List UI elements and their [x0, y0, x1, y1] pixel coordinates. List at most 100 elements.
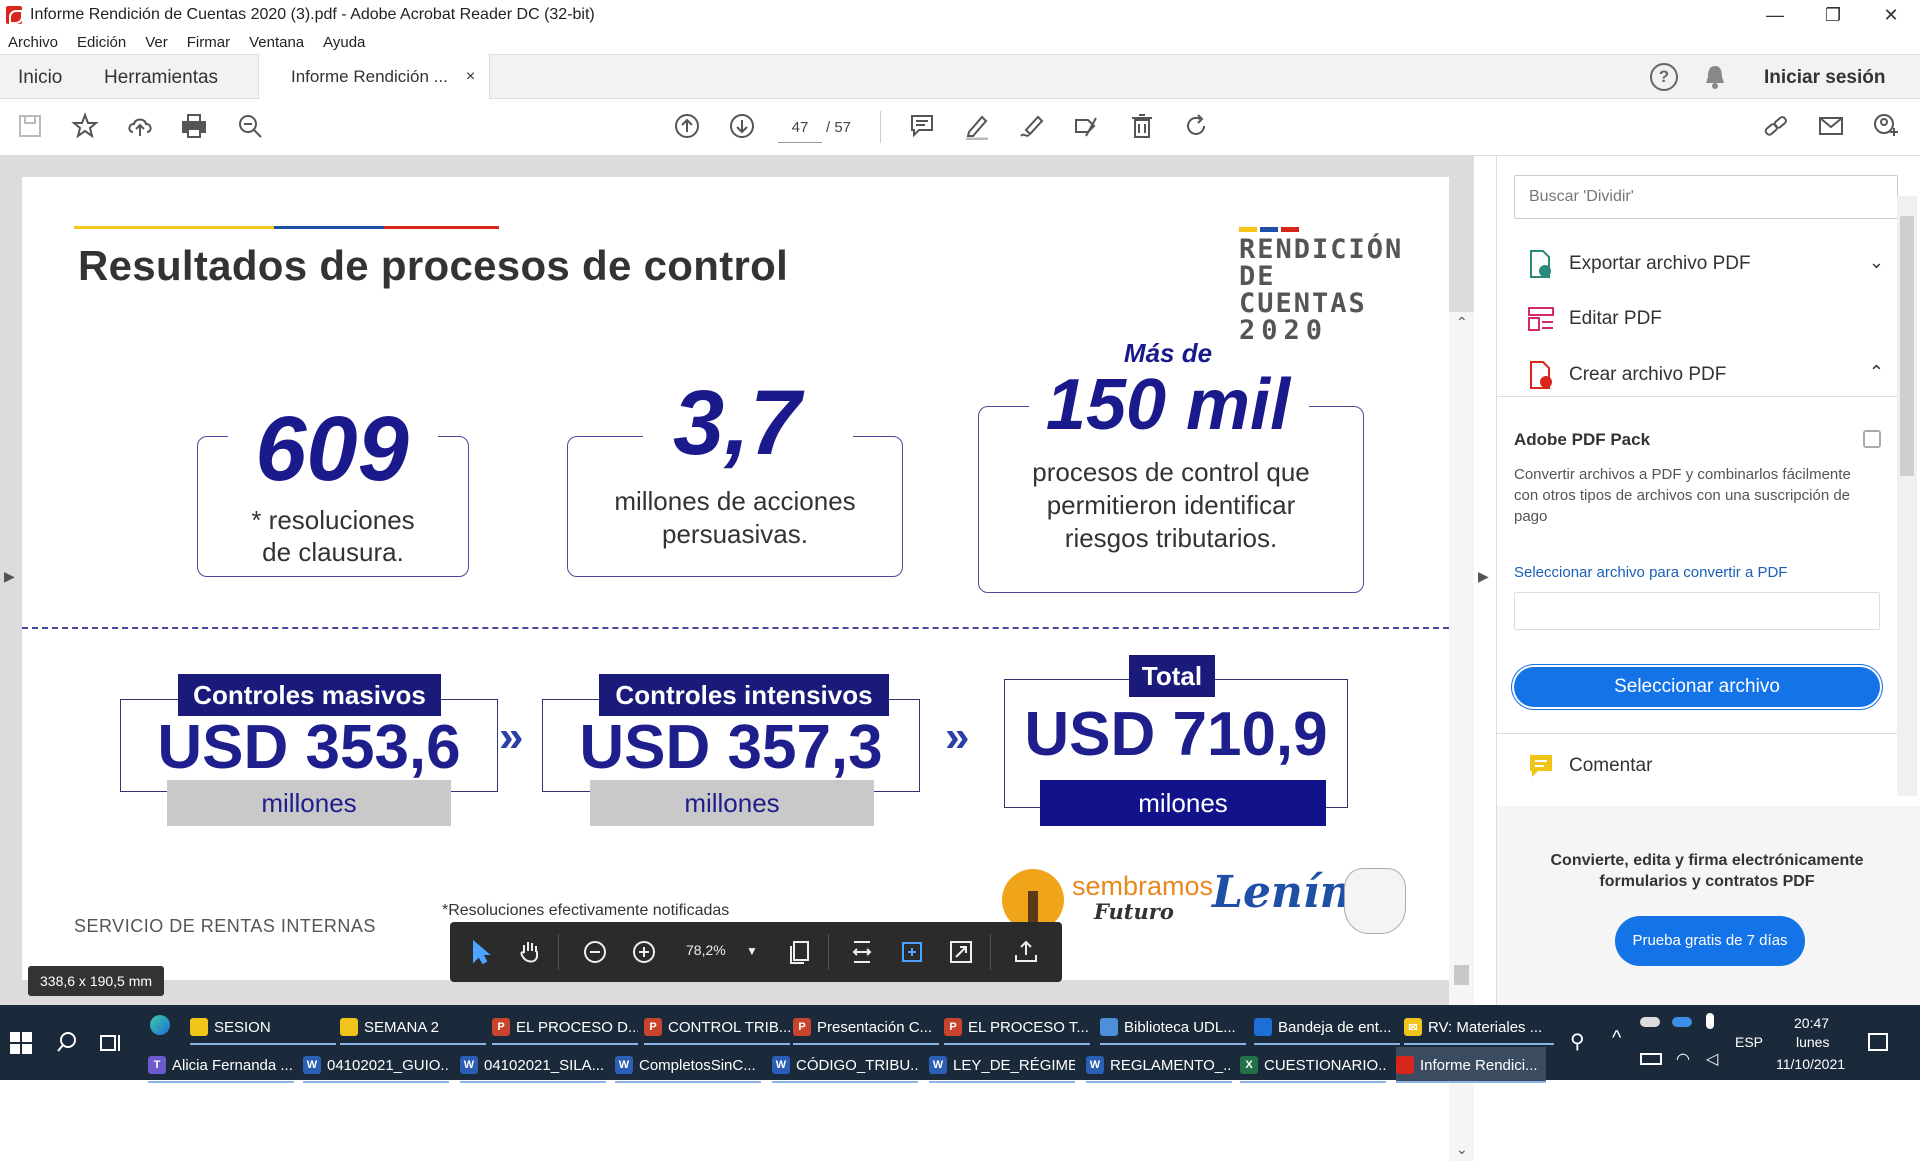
- taskbar-app[interactable]: ✉ RV: Materiales ...: [1404, 1009, 1554, 1045]
- zoom-in-icon[interactable]: [628, 936, 660, 968]
- minimize-button[interactable]: —: [1746, 0, 1804, 30]
- fit-page-icon[interactable]: [896, 936, 928, 968]
- taskbar-app[interactable]: W REGLAMENTO_...: [1086, 1047, 1232, 1083]
- onedrive-business-icon[interactable]: [1672, 1017, 1692, 1027]
- share-link-icon[interactable]: [1760, 110, 1792, 142]
- export-pdf-item[interactable]: Exportar archivo PDF: [1527, 244, 1751, 284]
- chevron-right-icon: »: [945, 712, 970, 761]
- scrollbar-thumb[interactable]: [1454, 965, 1469, 985]
- signin-button[interactable]: Iniciar sesión: [1764, 55, 1885, 100]
- share-upload-icon[interactable]: [1010, 936, 1042, 968]
- tools-panel-scrollbar[interactable]: [1897, 196, 1917, 796]
- taskbar-app[interactable]: Informe Rendici...: [1396, 1047, 1546, 1083]
- menu-ventana[interactable]: Ventana: [249, 34, 304, 51]
- create-pdf-item[interactable]: Crear archivo PDF: [1527, 355, 1726, 395]
- taskbar-app[interactable]: P Presentación C...: [793, 1009, 939, 1045]
- hand-tool-icon[interactable]: [514, 936, 546, 968]
- chevron-up-icon[interactable]: ⌃: [1869, 362, 1884, 383]
- close-window-button[interactable]: ✕: [1862, 0, 1920, 30]
- taskbar-app[interactable]: Bandeja de ent...: [1254, 1009, 1400, 1045]
- tray-chevron-icon[interactable]: ^: [1612, 1027, 1621, 1050]
- task-view-icon[interactable]: [100, 1033, 122, 1058]
- right-panel-toggle-icon[interactable]: ▶: [1478, 568, 1489, 585]
- fullscreen-icon[interactable]: [945, 936, 977, 968]
- search-icon[interactable]: [56, 1031, 78, 1058]
- taskbar-app[interactable]: P EL PROCESO D...: [492, 1009, 638, 1045]
- clock-day[interactable]: lunes: [1796, 1034, 1829, 1050]
- comment-item[interactable]: Comentar: [1527, 746, 1652, 786]
- language-indicator[interactable]: ESP: [1735, 1034, 1763, 1050]
- add-user-icon[interactable]: [1870, 110, 1902, 142]
- star-icon[interactable]: [69, 110, 101, 142]
- comment-icon[interactable]: [906, 110, 938, 142]
- tools-search-input[interactable]: Buscar 'Dividir': [1514, 175, 1898, 219]
- highlight-pen-icon[interactable]: [961, 110, 993, 142]
- wifi-icon[interactable]: ◠: [1676, 1049, 1690, 1069]
- onedrive-icon[interactable]: [1640, 1017, 1660, 1027]
- edge-browser-icon[interactable]: [150, 1015, 170, 1035]
- upload-cloud-icon[interactable]: [124, 110, 156, 142]
- menu-archivo[interactable]: Archivo: [8, 34, 58, 51]
- email-icon[interactable]: [1815, 110, 1847, 142]
- restore-button[interactable]: ❐: [1804, 0, 1862, 30]
- tab-close-icon[interactable]: ×: [466, 68, 475, 86]
- taskbar-app[interactable]: SEMANA 2: [340, 1009, 486, 1045]
- file-input[interactable]: [1514, 592, 1880, 630]
- previous-page-icon[interactable]: [671, 110, 703, 142]
- app-icon: W: [1086, 1056, 1104, 1074]
- menu-edicion[interactable]: Edición: [77, 34, 126, 51]
- clock-date[interactable]: 11/10/2021: [1776, 1056, 1845, 1072]
- next-page-icon[interactable]: [726, 110, 758, 142]
- notification-bell-icon[interactable]: [1704, 64, 1726, 90]
- zoom-level[interactable]: 78,2%: [686, 942, 726, 958]
- volume-icon[interactable]: ◁: [1706, 1049, 1718, 1069]
- fit-width-icon[interactable]: [846, 936, 878, 968]
- help-icon[interactable]: ?: [1650, 63, 1678, 91]
- taskbar-app[interactable]: W CÓDIGO_TRIBU...: [772, 1047, 918, 1083]
- select-cursor-icon[interactable]: [464, 936, 496, 968]
- pack-info-icon[interactable]: [1863, 430, 1881, 448]
- scroll-down-icon[interactable]: ⌄: [1456, 1141, 1468, 1158]
- draw-icon[interactable]: [1016, 110, 1048, 142]
- taskbar-app[interactable]: Biblioteca UDL...: [1100, 1009, 1246, 1045]
- menu-ver[interactable]: Ver: [145, 34, 168, 51]
- document-area[interactable]: Resultados de procesos de control RENDIC…: [0, 156, 1489, 1161]
- free-trial-button[interactable]: Prueba gratis de 7 días: [1615, 916, 1805, 966]
- clock-time[interactable]: 20:47: [1794, 1015, 1829, 1031]
- taskbar-app[interactable]: W CompletosSinC...: [615, 1047, 761, 1083]
- menu-ayuda[interactable]: Ayuda: [323, 34, 365, 51]
- sign-icon[interactable]: [1070, 110, 1102, 142]
- taskbar-app[interactable]: W 04102021_SILA...: [460, 1047, 606, 1083]
- taskbar-app[interactable]: W LEY_DE_RÉGIME...: [929, 1047, 1075, 1083]
- edit-pdf-item[interactable]: Editar PDF: [1527, 299, 1662, 339]
- tab-herramientas[interactable]: Herramientas: [104, 55, 218, 100]
- zoom-search-icon[interactable]: [234, 110, 266, 142]
- zoom-dropdown-icon[interactable]: ▼: [746, 944, 758, 958]
- taskbar-app[interactable]: P CONTROL TRIB...: [644, 1009, 790, 1045]
- menu-firmar[interactable]: Firmar: [187, 34, 230, 51]
- select-file-button[interactable]: Seleccionar archivo: [1514, 667, 1880, 707]
- page-layout-icon[interactable]: [784, 936, 816, 968]
- rotate-icon[interactable]: [1180, 110, 1212, 142]
- taskbar-app[interactable]: X CUESTIONARIO...: [1240, 1047, 1386, 1083]
- microphone-icon[interactable]: [1706, 1013, 1714, 1029]
- taskbar-app[interactable]: W 04102021_GUIO...: [303, 1047, 449, 1083]
- save-icon[interactable]: [14, 110, 46, 142]
- print-icon[interactable]: [178, 110, 210, 142]
- taskbar-app[interactable]: P EL PROCESO T...: [944, 1009, 1090, 1045]
- battery-icon[interactable]: [1640, 1053, 1662, 1065]
- delete-icon[interactable]: [1126, 110, 1158, 142]
- taskbar-app[interactable]: SESION: [190, 1009, 336, 1045]
- notifications-icon[interactable]: [1868, 1033, 1888, 1051]
- zoom-out-icon[interactable]: [579, 936, 611, 968]
- chevron-down-icon[interactable]: ⌄: [1869, 252, 1884, 273]
- taskbar-app[interactable]: T Alicia Fernanda ...: [148, 1047, 294, 1083]
- windows-start-icon[interactable]: [10, 1032, 32, 1059]
- scroll-up-icon[interactable]: ⌃: [1456, 314, 1468, 331]
- tab-document[interactable]: Informe Rendición ... ×: [258, 54, 491, 100]
- left-panel-toggle-icon[interactable]: ▶: [4, 568, 15, 585]
- select-file-link[interactable]: Seleccionar archivo para convertir a PDF: [1514, 564, 1787, 581]
- people-icon[interactable]: ⚲: [1570, 1029, 1585, 1054]
- tab-inicio[interactable]: Inicio: [18, 55, 62, 100]
- page-number-input[interactable]: 47: [778, 113, 822, 143]
